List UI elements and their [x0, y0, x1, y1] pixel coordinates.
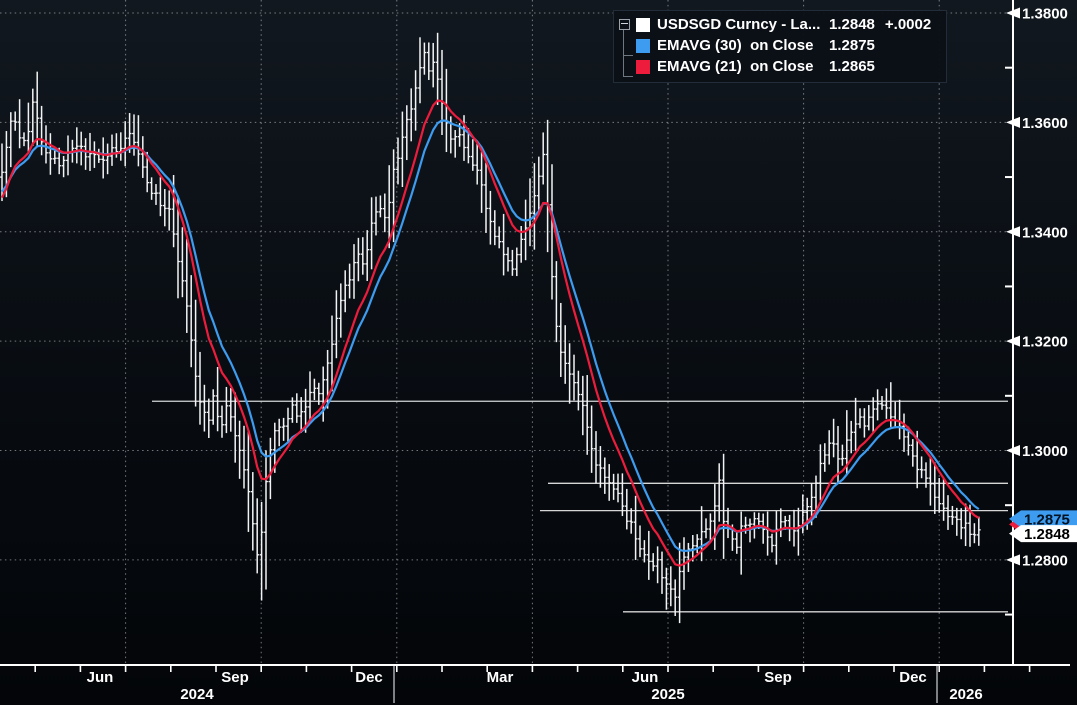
legend-last-price: 1.2848 [829, 16, 875, 33]
legend-row-emavg21[interactable]: EMAVG (21) on Close 1.2865 [636, 56, 938, 77]
legend-swatch-emavg30 [636, 38, 650, 53]
legend-value-emavg21: 1.2865 [829, 58, 875, 75]
vertical-gridlines [125, 0, 940, 665]
svg-text:2025: 2025 [651, 686, 684, 703]
x-axis-labels: Jun Sep Dec Mar Jun Sep Dec 2024 2025 2026 [34, 665, 1031, 703]
svg-text:1.3600: 1.3600 [1022, 115, 1068, 132]
legend-row-emavg30[interactable]: EMAVG (30) on Close 1.2875 [636, 35, 938, 56]
svg-text:Sep: Sep [764, 669, 792, 686]
svg-text:Sep: Sep [221, 669, 249, 686]
svg-text:Jun: Jun [87, 669, 114, 686]
svg-text:1.2848: 1.2848 [1024, 526, 1070, 543]
legend-tree-connector [623, 30, 624, 77]
legend-price-change: +.0002 [884, 16, 932, 33]
price-chart: 1.3800 1.3600 1.3400 1.3200 1.3000 1.2800 Jun S… [0, 0, 1077, 703]
legend-value-emavg30: 1.2875 [829, 37, 875, 54]
svg-text:1.2800: 1.2800 [1022, 552, 1068, 569]
svg-text:Dec: Dec [899, 669, 927, 686]
legend-label-usdsgd: USDSGD Curncy - La... [657, 16, 821, 33]
svg-text:1.3400: 1.3400 [1022, 224, 1068, 241]
support-lines [152, 400, 1008, 613]
svg-text:Jun: Jun [632, 669, 659, 686]
svg-text:2026: 2026 [949, 686, 982, 703]
svg-text:Dec: Dec [355, 669, 383, 686]
svg-text:2024: 2024 [180, 686, 214, 703]
legend-tree-connector [623, 76, 633, 77]
legend-tree-connector [623, 55, 633, 56]
ema21-line [1, 99, 980, 567]
bloomberg-chart-window: 1.3800 1.3600 1.3400 1.3200 1.3000 1.2800 Jun S… [0, 0, 1077, 705]
svg-text:Mar: Mar [487, 669, 514, 686]
legend-row-usdsgd[interactable]: USDSGD Curncy - La... 1.2848 +.0002 [636, 14, 938, 35]
legend-swatch-usdsgd [636, 17, 650, 32]
price-bars [0, 32, 981, 624]
legend-collapse-icon[interactable] [619, 19, 630, 30]
chart-legend[interactable]: USDSGD Curncy - La... 1.2848 +.0002 EMAV… [613, 10, 947, 83]
legend-label-emavg30: EMAVG (30) on Close [657, 37, 814, 54]
price-tags: 1.28651.28751.2848 [1009, 510, 1077, 543]
svg-text:1.3200: 1.3200 [1022, 334, 1068, 351]
horizontal-gridlines [0, 12, 1013, 561]
legend-swatch-emavg21 [636, 59, 650, 74]
legend-label-emavg21: EMAVG (21) on Close [657, 58, 814, 75]
svg-text:1.3800: 1.3800 [1022, 6, 1068, 23]
axes [0, 0, 1070, 666]
svg-text:1.3000: 1.3000 [1022, 443, 1068, 460]
ema30-line [1, 119, 980, 553]
